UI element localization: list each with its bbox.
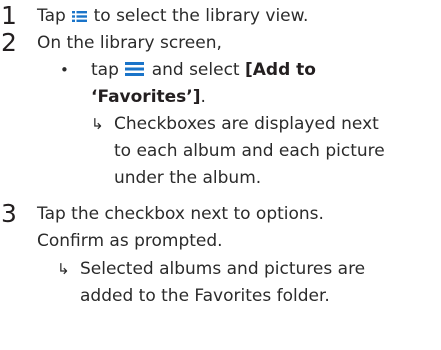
step-text-before-icon: Tap <box>37 6 66 26</box>
bullet-marker: • <box>60 61 69 79</box>
step-text: Tap to select the library view. <box>37 3 308 30</box>
bullet-text-before-icon: tap <box>91 60 119 80</box>
step-number: 2 <box>1 28 17 57</box>
step-text-line: Confirm as prompted. <box>37 231 223 251</box>
bullet-text: tap and select [Add to <box>91 57 316 84</box>
library-grid-icon <box>72 11 88 22</box>
menu-option-favorites: ‘Favorites’] <box>91 87 201 107</box>
result-line: Selected albums and pictures are <box>80 259 366 279</box>
result-line: added to the Favorites folder. <box>80 286 330 306</box>
step-text-line: Tap the checkbox next to options. <box>37 204 324 224</box>
result-line: under the album. <box>114 168 262 188</box>
step-number: 1 <box>1 1 17 30</box>
step-number: 3 <box>1 199 17 228</box>
bullet-text-after-icon: and select <box>151 60 240 80</box>
result-arrow-icon: ↳ <box>91 115 104 133</box>
bullet-text-line-2: ‘Favorites’]. <box>91 84 206 111</box>
bullet-period: . <box>200 87 206 107</box>
menu-icon <box>125 62 145 76</box>
step-text: On the library screen, <box>37 33 222 53</box>
step-text-after-icon: to select the library view. <box>93 6 309 26</box>
result-arrow-icon: ↳ <box>57 260 70 278</box>
result-line: Checkboxes are displayed next <box>114 114 379 134</box>
menu-option-add-to-favorites: [Add to <box>245 60 316 80</box>
result-line: to each album and each picture <box>114 141 385 161</box>
instruction-page: 1 Tap to select the library view. 2 On t… <box>0 0 441 350</box>
